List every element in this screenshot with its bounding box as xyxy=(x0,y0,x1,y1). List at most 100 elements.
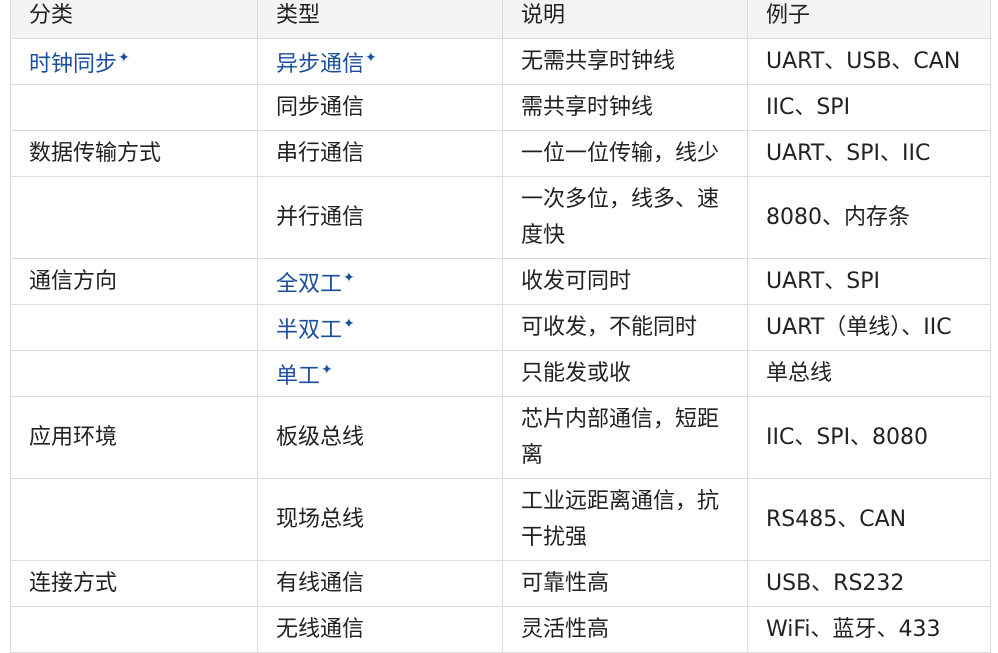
type-cell[interactable]: 全双工✦ xyxy=(257,258,503,305)
cell-text: 同步通信 xyxy=(276,95,365,120)
type-cell: 板级总线 xyxy=(257,396,503,479)
cell-text: 收发可同时 xyxy=(521,269,632,294)
cell-text: 可靠性高 xyxy=(521,571,610,596)
cell-text: 连接方式 xyxy=(29,571,118,596)
cell-text: UART（单线）、IIC xyxy=(766,315,952,340)
type-cell[interactable]: 单工✦ xyxy=(257,350,503,397)
cell-text: UART、USB、CAN xyxy=(766,49,961,74)
table-row: 半双工✦ 可收发，不能同时 UART（单线）、IIC xyxy=(10,304,991,351)
category-cell xyxy=(10,606,258,653)
example-cell: UART（单线）、IIC xyxy=(747,304,991,351)
cell-text: 一次多位，线多、速度快 xyxy=(521,186,720,248)
category-cell: 应用环境 xyxy=(10,396,258,479)
term-link[interactable]: 异步通信 xyxy=(276,52,364,77)
header-example: 例子 xyxy=(747,0,991,39)
cell-text: WiFi、蓝牙、433 xyxy=(766,617,941,642)
table-row: 同步通信 需共享时钟线 IIC、SPI xyxy=(10,84,991,131)
table-row: 时钟同步✦ 异步通信✦ 无需共享时钟线 UART、USB、CAN xyxy=(10,38,991,85)
table-row: 现场总线 工业远距离通信，抗干扰强 RS485、CAN xyxy=(10,478,991,561)
cell-text: 工业远距离通信，抗干扰强 xyxy=(521,488,720,550)
description-cell: 可收发，不能同时 xyxy=(502,304,748,351)
example-cell: UART、SPI、IIC xyxy=(747,130,991,177)
type-cell: 有线通信 xyxy=(257,560,503,607)
category-cell: 连接方式 xyxy=(10,560,258,607)
cell-text: 串行通信 xyxy=(276,141,365,166)
term-link[interactable]: 半双工 xyxy=(276,318,342,343)
example-cell: UART、SPI xyxy=(747,258,991,305)
sparkle-icon: ✦ xyxy=(343,270,355,286)
description-cell: 芯片内部通信，短距离 xyxy=(502,396,748,479)
cell-text: IIC、SPI、8080 xyxy=(766,425,929,450)
cell-text: 数据传输方式 xyxy=(29,141,162,166)
description-cell: 可靠性高 xyxy=(502,560,748,607)
category-cell: 通信方向 xyxy=(10,258,258,305)
type-cell: 并行通信 xyxy=(257,176,503,259)
cell-text: 芯片内部通信，短距离 xyxy=(521,406,720,468)
example-cell: UART、USB、CAN xyxy=(747,38,991,85)
example-cell: RS485、CAN xyxy=(747,478,991,561)
cell-text: 8080、内存条 xyxy=(766,205,910,230)
type-cell: 串行通信 xyxy=(257,130,503,177)
example-cell: 8080、内存条 xyxy=(747,176,991,259)
category-cell xyxy=(10,84,258,131)
cell-text: IIC、SPI xyxy=(766,95,851,120)
table-row: 单工✦ 只能发或收 单总线 xyxy=(10,350,991,397)
category-cell xyxy=(10,304,258,351)
description-cell: 工业远距离通信，抗干扰强 xyxy=(502,478,748,561)
term-link[interactable]: 单工 xyxy=(276,364,320,389)
cell-text: 无需共享时钟线 xyxy=(521,49,676,74)
table-row: 数据传输方式 串行通信 一位一位传输，线少 UART、SPI、IIC xyxy=(10,130,991,177)
example-cell: IIC、SPI、8080 xyxy=(747,396,991,479)
cell-text: 灵活性高 xyxy=(521,617,610,642)
type-cell: 同步通信 xyxy=(257,84,503,131)
table-header-row: 分类 类型 说明 例子 xyxy=(10,0,991,39)
cell-text: 现场总线 xyxy=(276,507,365,532)
type-cell[interactable]: 半双工✦ xyxy=(257,304,503,351)
term-link[interactable]: 全双工 xyxy=(276,272,342,297)
cell-text: 单总线 xyxy=(766,361,833,386)
table-row: 并行通信 一次多位，线多、速度快 8080、内存条 xyxy=(10,176,991,259)
description-cell: 一次多位，线多、速度快 xyxy=(502,176,748,259)
description-cell: 无需共享时钟线 xyxy=(502,38,748,85)
cell-text: UART、SPI、IIC xyxy=(766,141,931,166)
description-cell: 一位一位传输，线少 xyxy=(502,130,748,177)
cell-text: USB、RS232 xyxy=(766,571,905,596)
cell-text: RS485、CAN xyxy=(766,507,907,532)
sparkle-icon: ✦ xyxy=(321,362,333,378)
cell-text: 有线通信 xyxy=(276,571,365,596)
description-cell: 灵活性高 xyxy=(502,606,748,653)
header-description: 说明 xyxy=(502,0,748,39)
example-cell: IIC、SPI xyxy=(747,84,991,131)
example-cell: WiFi、蓝牙、433 xyxy=(747,606,991,653)
cell-text: UART、SPI xyxy=(766,269,880,294)
cell-text: 应用环境 xyxy=(29,425,118,450)
description-cell: 需共享时钟线 xyxy=(502,84,748,131)
type-cell: 无线通信 xyxy=(257,606,503,653)
example-cell: 单总线 xyxy=(747,350,991,397)
category-cell xyxy=(10,478,258,561)
cell-text: 无线通信 xyxy=(276,617,365,642)
description-cell: 收发可同时 xyxy=(502,258,748,305)
table-row: 无线通信 灵活性高 WiFi、蓝牙、433 xyxy=(10,606,991,653)
example-cell: USB、RS232 xyxy=(747,560,991,607)
term-link[interactable]: 时钟同步 xyxy=(29,52,117,77)
type-cell[interactable]: 异步通信✦ xyxy=(257,38,503,85)
header-category: 分类 xyxy=(10,0,258,39)
type-cell: 现场总线 xyxy=(257,478,503,561)
table-row: 连接方式 有线通信 可靠性高 USB、RS232 xyxy=(10,560,991,607)
cell-text: 并行通信 xyxy=(276,205,365,230)
sparkle-icon: ✦ xyxy=(118,50,130,66)
sparkle-icon: ✦ xyxy=(365,50,377,66)
header-type: 类型 xyxy=(257,0,503,39)
table-row: 通信方向 全双工✦ 收发可同时 UART、SPI xyxy=(10,258,991,305)
table-row: 应用环境 板级总线 芯片内部通信，短距离 IIC、SPI、8080 xyxy=(10,396,991,479)
cell-text: 可收发，不能同时 xyxy=(521,315,698,340)
cell-text: 需共享时钟线 xyxy=(521,95,654,120)
cell-text: 通信方向 xyxy=(29,269,118,294)
category-cell xyxy=(10,176,258,259)
cell-text: 一位一位传输，线少 xyxy=(521,141,720,166)
category-cell xyxy=(10,350,258,397)
description-cell: 只能发或收 xyxy=(502,350,748,397)
cell-text: 板级总线 xyxy=(276,425,365,450)
category-cell[interactable]: 时钟同步✦ xyxy=(10,38,258,85)
